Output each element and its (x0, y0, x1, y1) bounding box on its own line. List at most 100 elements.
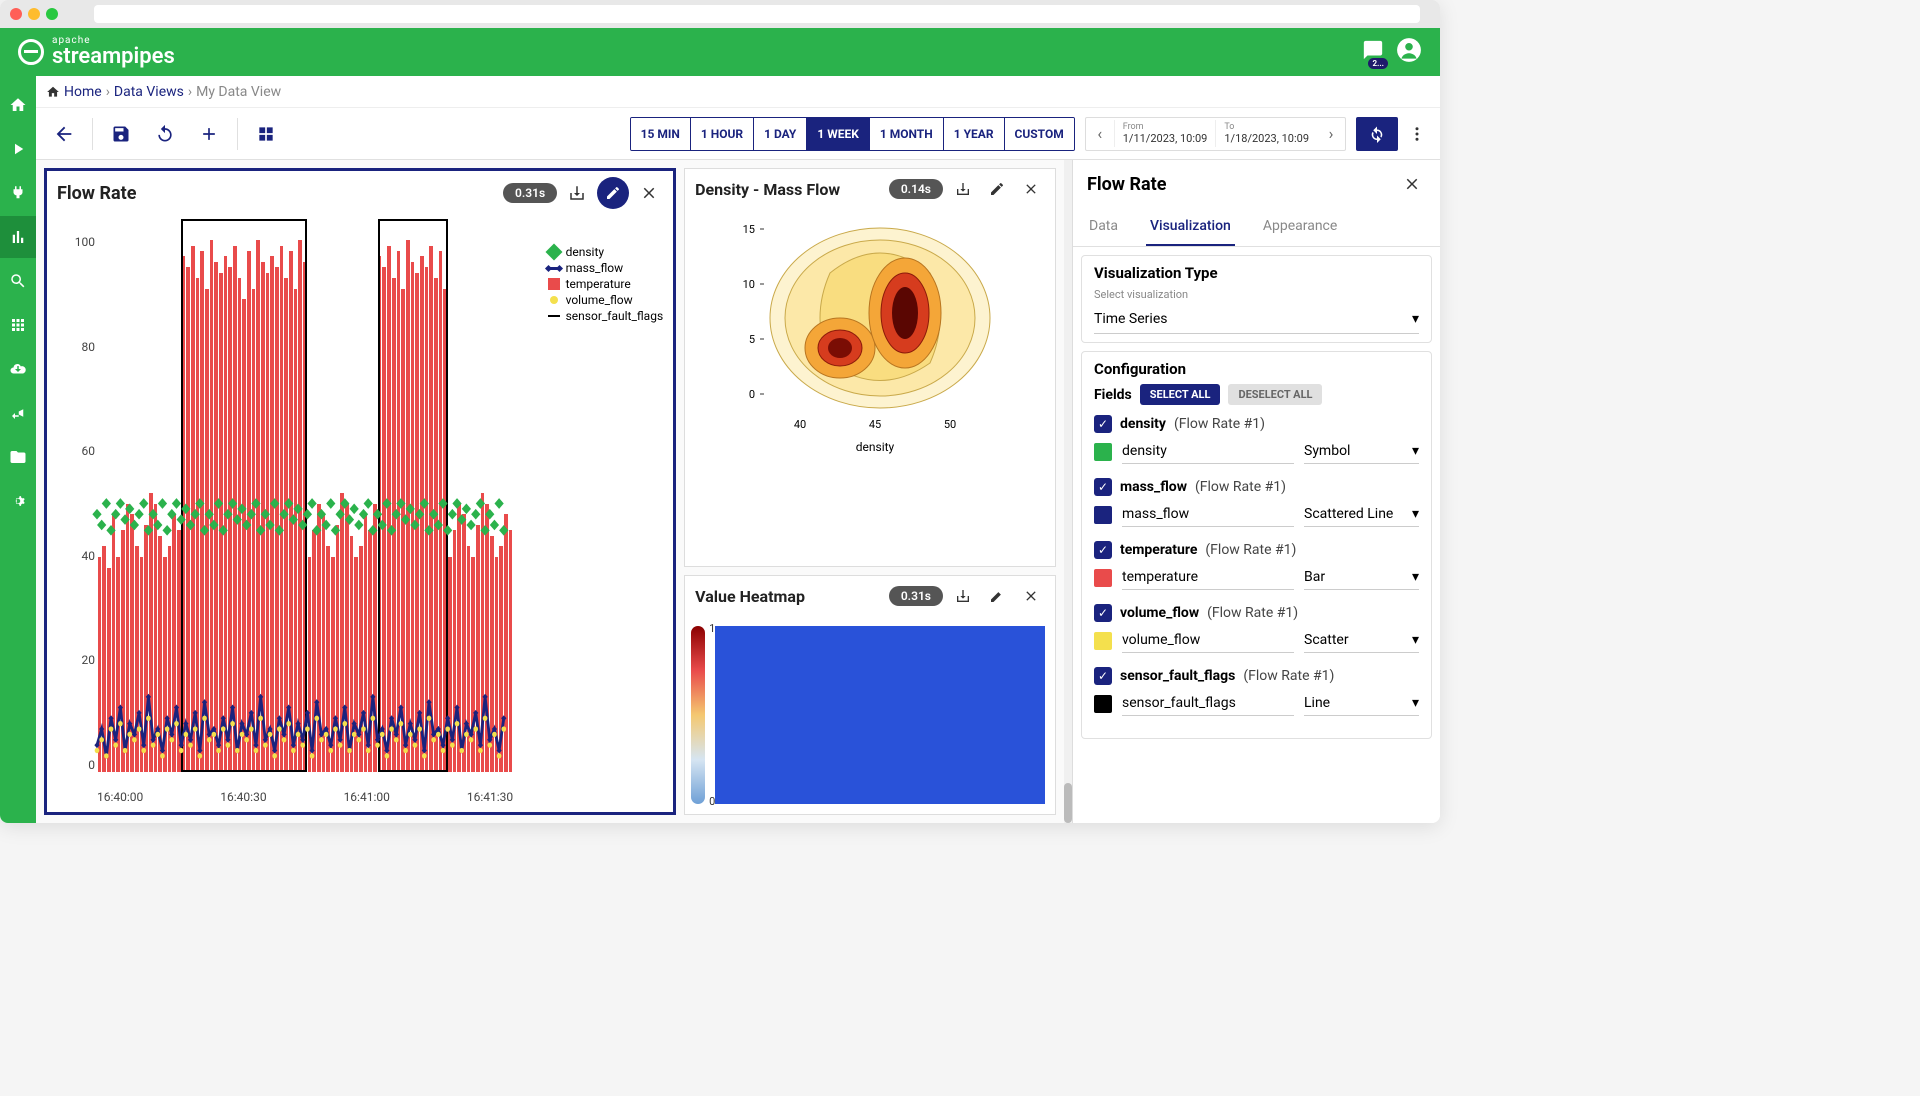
brand-name: streampipes (52, 46, 175, 68)
undo-button[interactable] (145, 114, 185, 154)
edit-icon[interactable] (597, 177, 629, 209)
close-icon[interactable] (1017, 582, 1045, 610)
sidebar-play[interactable] (0, 128, 36, 170)
tab-data[interactable]: Data (1085, 208, 1122, 246)
range-1-hour[interactable]: 1 HOUR (691, 118, 754, 150)
chat-icon[interactable]: 2... (1362, 39, 1384, 65)
sidebar-search[interactable] (0, 260, 36, 302)
sidebar-folder[interactable] (0, 436, 36, 478)
window-min-dot[interactable] (28, 8, 40, 20)
field-name: density (1120, 416, 1166, 432)
app-header: apache streampipes 2... (0, 28, 1440, 76)
panel-flow-rate[interactable]: Flow Rate 0.31s density mass_flow temper… (44, 168, 676, 815)
field-checkbox-density[interactable]: ✓ (1094, 415, 1112, 433)
field-checkbox-mass_flow[interactable]: ✓ (1094, 478, 1112, 496)
panel-density[interactable]: Density - Mass Flow 0.14s mass_flow 15 1… (684, 168, 1056, 567)
home-icon (46, 85, 60, 99)
date-next-button[interactable]: › (1317, 118, 1345, 150)
date-from-field[interactable]: From 1/11/2023, 10:09 (1114, 120, 1216, 147)
field-chart-select[interactable]: Scatter▾ (1304, 628, 1419, 653)
window-close-dot[interactable] (10, 8, 22, 20)
close-icon[interactable] (635, 179, 663, 207)
field-mini-name: mass_flow (1122, 502, 1294, 527)
edit-icon[interactable] (983, 175, 1011, 203)
config-title: Flow Rate (1087, 174, 1398, 195)
sidebar-home[interactable] (0, 84, 36, 126)
field-color-chip[interactable] (1094, 632, 1112, 650)
time-chip: 0.14s (889, 179, 943, 199)
field-name: volume_flow (1120, 605, 1199, 621)
deselect-all-button[interactable]: DESELECT ALL (1228, 384, 1322, 405)
time-range-group: 15 MIN1 HOUR1 DAY1 WEEK1 MONTH1 YEARCUST… (630, 117, 1075, 151)
field-name: sensor_fault_flags (1120, 668, 1235, 684)
back-button[interactable] (44, 114, 84, 154)
viz-type-select[interactable]: Time Series ▾ (1094, 305, 1419, 334)
add-button[interactable] (189, 114, 229, 154)
field-chart-select[interactable]: Scattered Line▾ (1304, 502, 1419, 527)
field-chart-select[interactable]: Bar▾ (1304, 565, 1419, 590)
panel-heatmap[interactable]: Value Heatmap 0.31s 1 0 (684, 575, 1056, 815)
download-icon[interactable] (563, 179, 591, 207)
field-source: (Flow Rate #1) (1243, 668, 1334, 684)
tab-appearance[interactable]: Appearance (1259, 208, 1341, 246)
scrollbar[interactable] (1064, 160, 1072, 823)
field-chart-select[interactable]: Line▾ (1304, 691, 1419, 716)
panel-title: Value Heatmap (695, 587, 883, 606)
field-chart-select[interactable]: Symbol▾ (1304, 439, 1419, 464)
sidebar-grid[interactable] (0, 304, 36, 346)
url-bar[interactable] (94, 5, 1420, 23)
more-button[interactable] (1402, 117, 1432, 151)
range-1-year[interactable]: 1 YEAR (944, 118, 1005, 150)
range-custom[interactable]: CUSTOM (1005, 118, 1074, 150)
date-prev-button[interactable]: ‹ (1086, 118, 1114, 150)
panel-title: Flow Rate (57, 183, 497, 204)
refresh-button[interactable] (1356, 117, 1398, 151)
x-axis: 16:40:0016:40:3016:41:0016:41:30 (97, 790, 513, 804)
field-mini-name: sensor_fault_flags (1122, 691, 1294, 716)
section-configuration: Configuration Fields SELECT ALL DESELECT… (1081, 351, 1432, 739)
range-1-month[interactable]: 1 MONTH (870, 118, 944, 150)
field-source: (Flow Rate #1) (1205, 542, 1296, 558)
range-1-day[interactable]: 1 DAY (754, 118, 807, 150)
close-icon[interactable] (1017, 175, 1045, 203)
range-1-week[interactable]: 1 WEEK (807, 118, 870, 150)
colorbar (691, 626, 705, 804)
svg-text:40: 40 (794, 418, 806, 431)
field-color-chip[interactable] (1094, 506, 1112, 524)
crumb-home[interactable]: Home (64, 84, 102, 100)
sidebar-gear[interactable] (0, 480, 36, 522)
sidebar-cloud-download[interactable] (0, 348, 36, 390)
tab-visualization[interactable]: Visualization (1146, 208, 1235, 246)
dashboard-button[interactable] (246, 114, 286, 154)
crumb-views[interactable]: Data Views (114, 84, 184, 100)
field-checkbox-sensor_fault_flags[interactable]: ✓ (1094, 667, 1112, 685)
chevron-down-icon: ▾ (1412, 311, 1419, 327)
save-button[interactable] (101, 114, 141, 154)
edit-icon[interactable] (983, 582, 1011, 610)
date-to-field[interactable]: To 1/18/2023, 10:09 (1215, 120, 1317, 147)
breadcrumb: Home › Data Views › My Data View (36, 76, 1440, 108)
svg-text:45: 45 (869, 418, 881, 431)
field-color-chip[interactable] (1094, 695, 1112, 713)
svg-text:10: 10 (743, 278, 755, 291)
download-icon[interactable] (949, 582, 977, 610)
config-close-icon[interactable] (1398, 170, 1426, 198)
download-icon[interactable] (949, 175, 977, 203)
sidebar-plug[interactable] (0, 172, 36, 214)
sidebar-robot[interactable] (0, 392, 36, 434)
field-color-chip[interactable] (1094, 443, 1112, 461)
field-color-chip[interactable] (1094, 569, 1112, 587)
field-checkbox-volume_flow[interactable]: ✓ (1094, 604, 1112, 622)
sidebar (0, 76, 36, 823)
select-all-button[interactable]: SELECT ALL (1140, 384, 1221, 405)
window-max-dot[interactable] (46, 8, 58, 20)
titlebar (0, 0, 1440, 28)
sidebar-chart[interactable] (0, 216, 36, 258)
section-viz-type: Visualization Type Select visualization … (1081, 255, 1432, 343)
svg-text:5: 5 (749, 333, 755, 346)
range-15-min[interactable]: 15 MIN (631, 118, 691, 150)
contour-plot: mass_flow 15 10 5 0 (720, 213, 1020, 483)
field-checkbox-temperature[interactable]: ✓ (1094, 541, 1112, 559)
field-mini-name: density (1122, 439, 1294, 464)
account-icon[interactable] (1396, 37, 1422, 67)
